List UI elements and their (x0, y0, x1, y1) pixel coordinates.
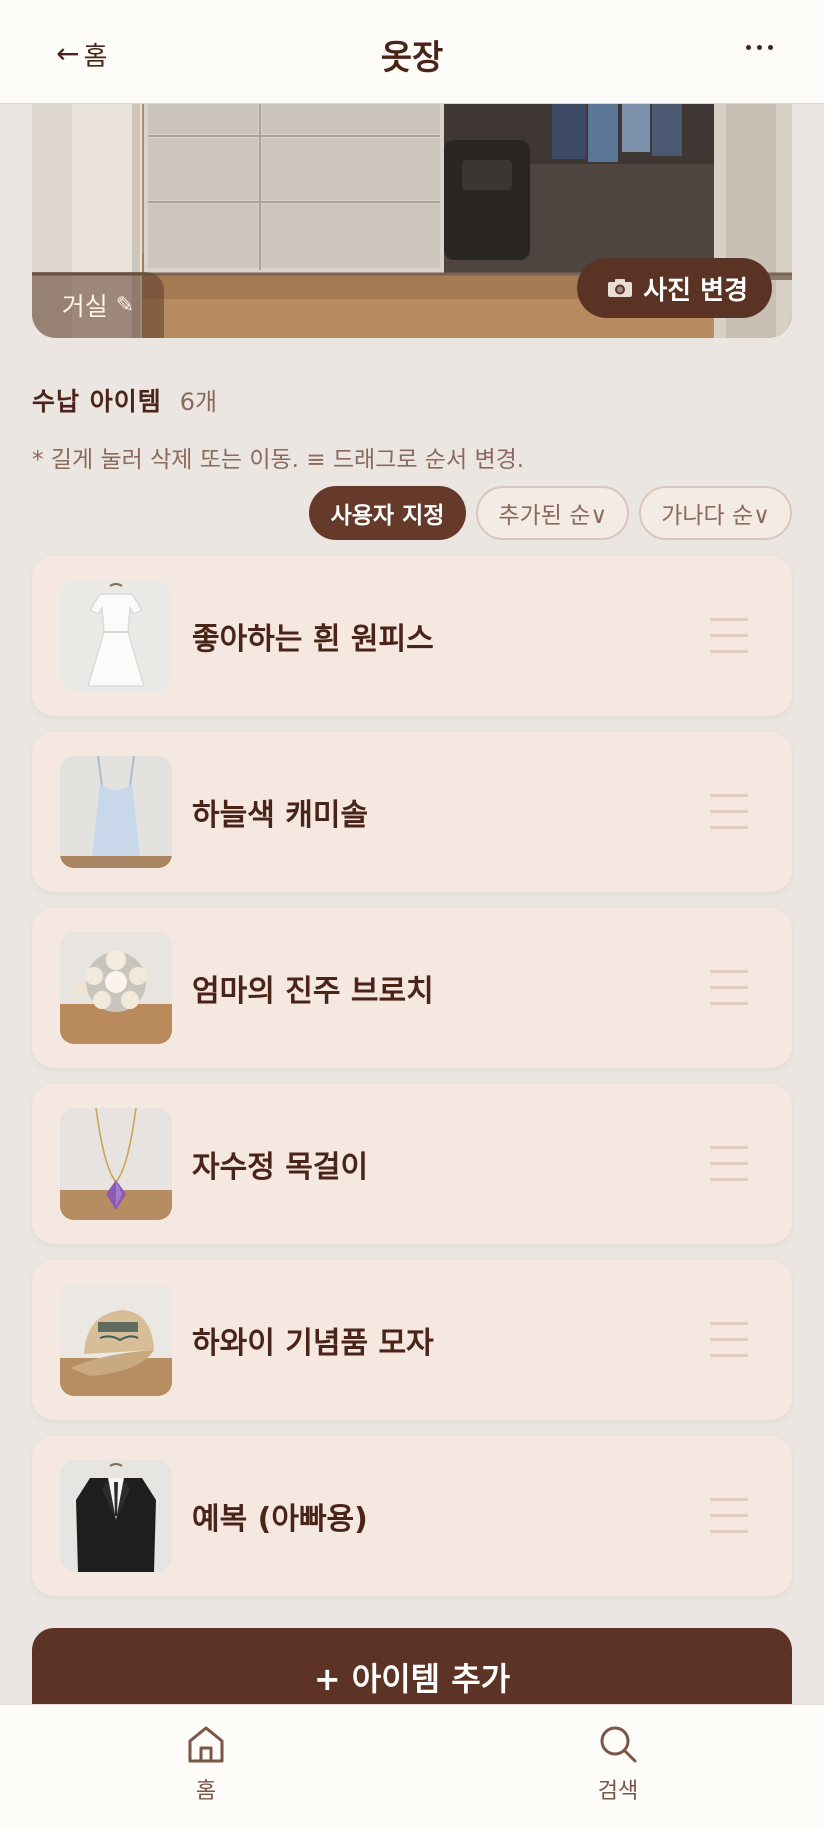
amethyst-necklace-thumbnail (60, 1108, 172, 1220)
closet-photo: 거실 ✎ 사진 변경 (32, 104, 792, 338)
hawaii-cap-thumbnail (60, 1284, 172, 1396)
list-item[interactable]: 예복 (아빠용) (32, 1436, 792, 1596)
item-name: 하늘색 캐미솔 (192, 798, 369, 833)
drag-handle-icon[interactable] (710, 1498, 748, 1534)
drag-handle-icon[interactable] (710, 618, 748, 654)
list-item[interactable]: 자수정 목걸이 (32, 1084, 792, 1244)
page-title: 옷장 (380, 38, 444, 78)
search-icon (600, 1726, 637, 1763)
item-name: 예복 (아빠용) (192, 1502, 368, 1537)
nav-home-label: 홈 (195, 1779, 217, 1804)
item-name: 자수정 목걸이 (192, 1150, 369, 1185)
item-name: 엄마의 진주 브로치 (192, 974, 434, 1009)
more-dot-icon (745, 44, 751, 50)
more-dot-icon (767, 44, 773, 50)
more-dot-icon (756, 44, 762, 50)
nav-home[interactable]: 홈 (146, 1723, 266, 1813)
drag-handle-icon[interactable] (710, 1322, 748, 1358)
drag-handle-icon[interactable] (710, 794, 748, 830)
bottom-navigation: 홈 검색 (0, 1704, 824, 1830)
list-item[interactable]: 좋아하는 흰 원피스 (32, 556, 792, 716)
sort-custom-chip[interactable]: 사용자 지정 (308, 486, 467, 540)
drag-handle-icon[interactable] (710, 1146, 748, 1182)
room-label: 거실 (61, 292, 108, 321)
pencil-icon: ✎ (115, 292, 135, 318)
change-photo-button[interactable]: 사진 변경 (577, 258, 772, 318)
more-options-button[interactable] (734, 22, 784, 72)
room-label-button[interactable]: 거실 ✎ (32, 272, 164, 338)
list-item[interactable]: 하와이 기념품 모자 (32, 1260, 792, 1420)
item-name: 좋아하는 흰 원피스 (192, 622, 434, 657)
top-app-bar: ← 홈 옷장 (0, 0, 824, 104)
list-item[interactable]: 하늘색 캐미솔 (32, 732, 792, 892)
home-icon (188, 1726, 224, 1763)
black-suit-thumbnail (60, 1460, 172, 1572)
change-photo-label: 사진 변경 (643, 275, 748, 306)
white-dress-thumbnail (60, 580, 172, 692)
sort-alphabetical-chip[interactable]: 가나다 순∨ (639, 486, 792, 540)
blue-camisole-thumbnail (60, 756, 172, 868)
section-title: 수납 아이템 (32, 387, 162, 416)
usage-hint: * 길게 눌러 삭제 또는 이동. ≡ 드래그로 순서 변경. (32, 447, 525, 473)
item-count: 6개 (179, 388, 218, 416)
camera-icon (608, 279, 633, 297)
drag-handle-icon[interactable] (710, 970, 748, 1006)
section-header: 수납 아이템 6개 (32, 382, 217, 418)
pearl-brooch-thumbnail (60, 932, 172, 1044)
list-item[interactable]: 엄마의 진주 브로치 (32, 908, 792, 1068)
sort-date-added-chip[interactable]: 추가된 순∨ (476, 486, 630, 540)
nav-search-label: 검색 (597, 1779, 639, 1804)
item-name: 하와이 기념품 모자 (192, 1326, 434, 1361)
nav-search[interactable]: 검색 (558, 1723, 678, 1813)
sort-options: 사용자 지정 추가된 순∨ 가나다 순∨ (308, 486, 792, 540)
